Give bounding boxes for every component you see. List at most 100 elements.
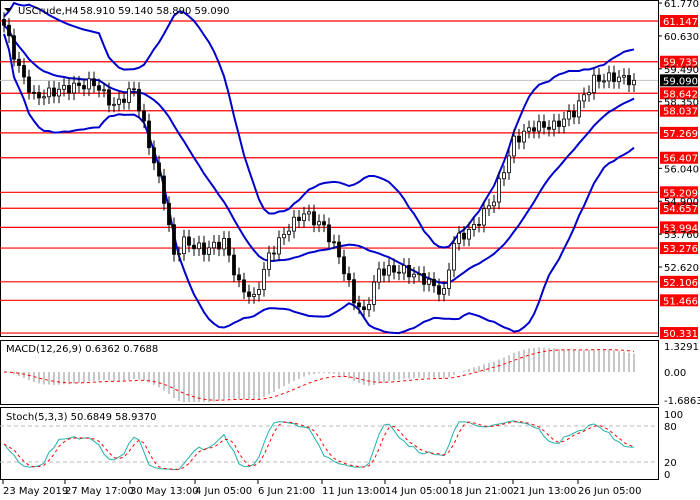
candle	[587, 85, 591, 102]
candle	[257, 282, 261, 302]
candle	[182, 229, 186, 261]
level-label: 61.147	[663, 17, 698, 28]
macd-title: MACD(12,26,9) 0.6362 0.7688	[6, 344, 158, 355]
candle-body	[52, 87, 56, 97]
candle-body	[17, 58, 21, 66]
candle-body	[12, 35, 16, 60]
candle	[577, 93, 581, 125]
candle-body	[182, 236, 186, 255]
price-tick-label: 59.490	[664, 65, 699, 76]
candle	[627, 68, 631, 92]
chart-window: 61.147 59.735 58.642 58.037 57.269 56.407 55.2…	[0, 0, 700, 500]
candle	[517, 129, 521, 150]
candle	[337, 234, 341, 265]
candle	[572, 104, 576, 125]
candle-body	[357, 302, 361, 308]
candle-body	[442, 288, 446, 295]
candle	[232, 247, 236, 283]
candle	[292, 210, 296, 239]
candle-body	[412, 273, 416, 278]
time-tick-label: 11 Jun 13:00	[322, 486, 386, 497]
candle-body	[392, 265, 396, 273]
candle-body	[342, 256, 346, 275]
candle-body	[617, 76, 621, 82]
candle-body	[492, 201, 496, 207]
candle	[422, 266, 426, 292]
candle	[592, 67, 596, 100]
candle-body	[142, 110, 146, 122]
candle	[622, 68, 626, 85]
candle-body	[567, 111, 571, 120]
candle-body	[402, 264, 406, 274]
candle-body	[382, 268, 386, 276]
candle-body	[147, 120, 151, 149]
candle-body	[372, 281, 376, 305]
candle	[447, 262, 451, 296]
candle-body	[417, 273, 421, 275]
time-tick-label: 21 Jun 13:00	[513, 486, 577, 497]
price-tick-label: 56.040	[664, 164, 699, 175]
candle-body	[162, 175, 166, 204]
candle	[267, 245, 271, 277]
candle-body	[522, 130, 526, 143]
stoch-tick-label: 0	[664, 470, 670, 481]
price-tick-label: 53.760	[664, 230, 699, 241]
candle-body	[2, 19, 6, 26]
time-tick-label: 6 Jun 21:00	[258, 486, 315, 497]
candle-body	[367, 304, 371, 311]
candle-body	[547, 126, 551, 130]
candle	[57, 82, 61, 104]
candle-body	[397, 271, 401, 274]
candle-body	[237, 274, 241, 281]
ohlc-readout: 58.910 59.140 58.890 59.090	[80, 6, 230, 17]
candle	[112, 97, 116, 113]
candle-body	[337, 241, 341, 258]
candle	[242, 272, 246, 300]
candle-body	[572, 111, 576, 118]
candle	[502, 165, 506, 186]
time-tick-label: 14 Jun 05:00	[385, 486, 449, 497]
candle-body	[587, 92, 591, 96]
candle-body	[422, 273, 426, 285]
candle	[602, 73, 606, 89]
candle-body	[597, 74, 601, 82]
candle	[17, 52, 21, 73]
candle	[187, 229, 191, 253]
candle-body	[217, 241, 221, 250]
candle-body	[292, 216, 296, 232]
candle-body	[527, 127, 531, 132]
candle	[87, 71, 91, 97]
candle-body	[107, 89, 111, 106]
chart-svg: 61.14759.73558.64258.03757.26956.40755.2…	[0, 0, 700, 497]
candle-body	[472, 223, 476, 230]
candle-body	[532, 127, 536, 132]
candle-body	[632, 79, 636, 86]
candle	[157, 155, 161, 184]
price-tick-label: 52.620	[664, 263, 699, 274]
candle	[92, 71, 96, 93]
candle-body	[67, 85, 71, 94]
candle-body	[32, 91, 36, 94]
candle	[237, 267, 241, 288]
main-pane-border	[0, 0, 659, 337]
time-tick-label: 26 Jun 05:00	[578, 486, 642, 497]
candle-body	[502, 172, 506, 180]
candle-body	[317, 221, 321, 226]
candle-body	[252, 294, 256, 297]
candle-body	[122, 98, 126, 103]
candle	[172, 217, 176, 262]
candle	[252, 287, 256, 304]
candle	[122, 91, 126, 110]
candle-body	[277, 237, 281, 255]
candle-body	[552, 120, 556, 130]
candle-body	[352, 279, 356, 304]
candle	[192, 237, 196, 256]
candle-body	[37, 92, 41, 99]
candle-body	[297, 216, 301, 221]
candle	[487, 198, 491, 216]
candle-body	[407, 264, 411, 278]
current-price-label: 59.090	[663, 76, 698, 87]
macd-tick-label: -1.6863	[664, 396, 700, 407]
candle-body	[512, 135, 516, 157]
candle	[287, 223, 291, 242]
